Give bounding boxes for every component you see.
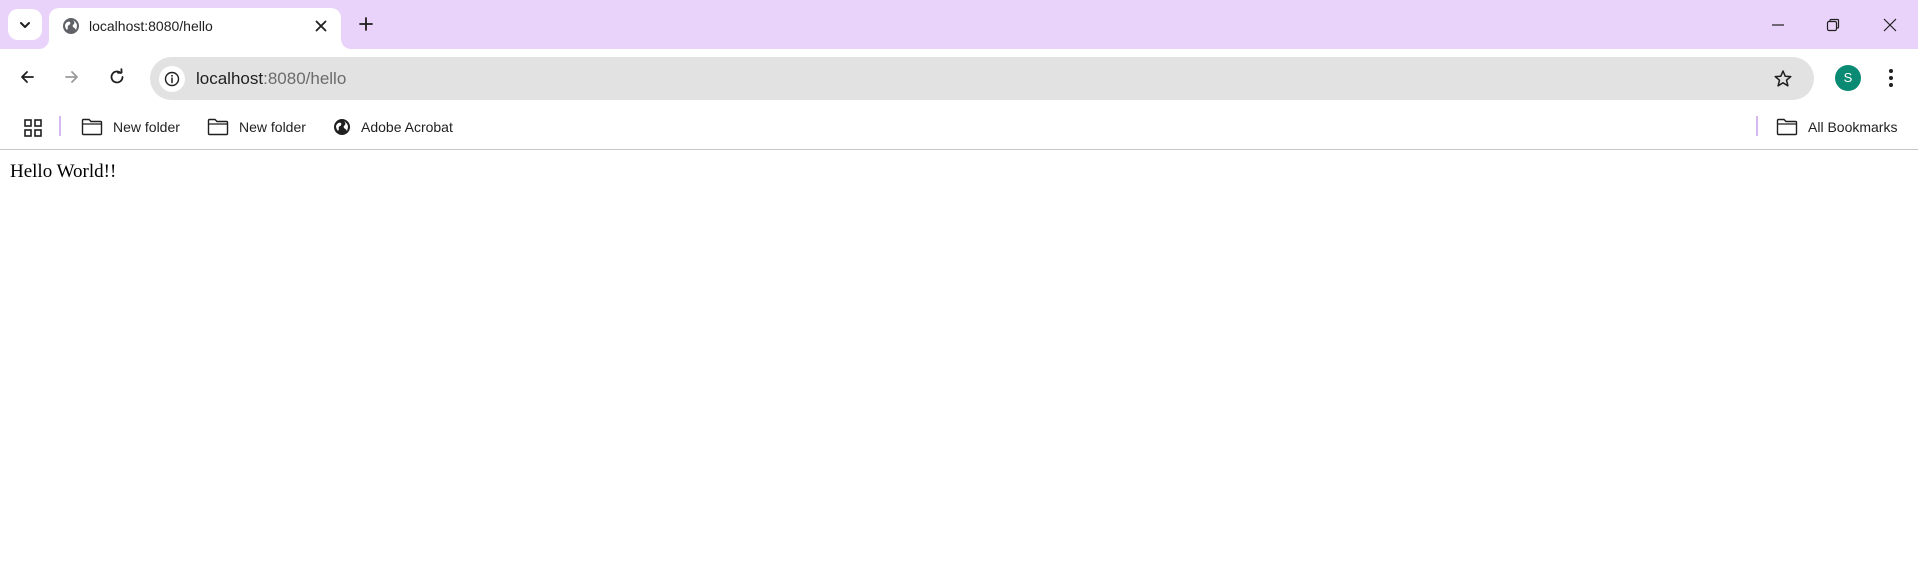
apps-grid-icon xyxy=(24,119,42,137)
arrow-right-icon xyxy=(65,71,78,83)
browser-tab[interactable]: localhost:8080/hello xyxy=(49,8,341,49)
info-icon xyxy=(164,71,180,87)
bookmarks-separator xyxy=(59,116,61,136)
bookmark-star-button[interactable] xyxy=(1772,68,1794,90)
restore-button[interactable] xyxy=(1805,0,1861,49)
chevron-down-icon xyxy=(20,21,30,28)
bookmark-adobe-acrobat[interactable]: Adobe Acrobat xyxy=(333,113,453,141)
minimize-button[interactable] xyxy=(1750,0,1806,49)
star-icon xyxy=(1774,70,1792,87)
new-tab-button[interactable] xyxy=(353,11,379,37)
window-close-button[interactable] xyxy=(1862,0,1918,49)
close-icon xyxy=(315,20,327,32)
globe-icon xyxy=(63,18,79,34)
folder-icon xyxy=(1776,118,1798,136)
bookmarks-bar: New folder New folder Adobe Acrobat All … xyxy=(0,108,1918,150)
forward-button[interactable] xyxy=(56,61,88,93)
tab-search-button[interactable] xyxy=(8,9,42,40)
browser-menu-button[interactable] xyxy=(1880,63,1902,93)
plus-icon xyxy=(359,17,373,31)
apps-button[interactable] xyxy=(21,116,45,140)
bookmark-label: Adobe Acrobat xyxy=(361,119,453,135)
address-bar[interactable]: localhost:8080/hello xyxy=(150,57,1814,100)
tab-title: localhost:8080/hello xyxy=(89,18,213,34)
reload-icon xyxy=(110,68,124,84)
minimize-icon xyxy=(1772,23,1784,26)
bookmarks-separator xyxy=(1756,116,1758,136)
folder-icon xyxy=(81,118,103,136)
folder-icon xyxy=(207,118,229,136)
tab-strip: localhost:8080/hello xyxy=(0,0,1918,49)
page-content: Hello World!! xyxy=(0,151,1918,566)
bookmark-label: New folder xyxy=(239,119,306,135)
reload-button[interactable] xyxy=(101,61,133,93)
page-body-text: Hello World!! xyxy=(10,161,117,182)
site-info-button[interactable] xyxy=(159,66,185,92)
url-path: :8080/hello xyxy=(263,69,347,88)
all-bookmarks-button[interactable]: All Bookmarks xyxy=(1776,113,1897,141)
globe-icon xyxy=(334,119,350,135)
url-text: localhost:8080/hello xyxy=(196,69,346,89)
restore-icon xyxy=(1826,18,1840,31)
profile-avatar[interactable]: S xyxy=(1835,65,1861,91)
tab-close-button[interactable] xyxy=(311,16,331,36)
arrow-left-icon xyxy=(21,71,34,83)
bookmark-label: New folder xyxy=(113,119,180,135)
all-bookmarks-label: All Bookmarks xyxy=(1808,119,1898,135)
browser-toolbar: localhost:8080/hello S xyxy=(0,49,1918,108)
more-vertical-icon xyxy=(1889,69,1893,87)
bookmark-folder-2[interactable]: New folder xyxy=(207,113,306,141)
url-host: localhost xyxy=(196,69,264,88)
back-button[interactable] xyxy=(11,61,43,93)
bookmark-folder-1[interactable]: New folder xyxy=(81,113,180,141)
close-icon xyxy=(1883,18,1897,31)
